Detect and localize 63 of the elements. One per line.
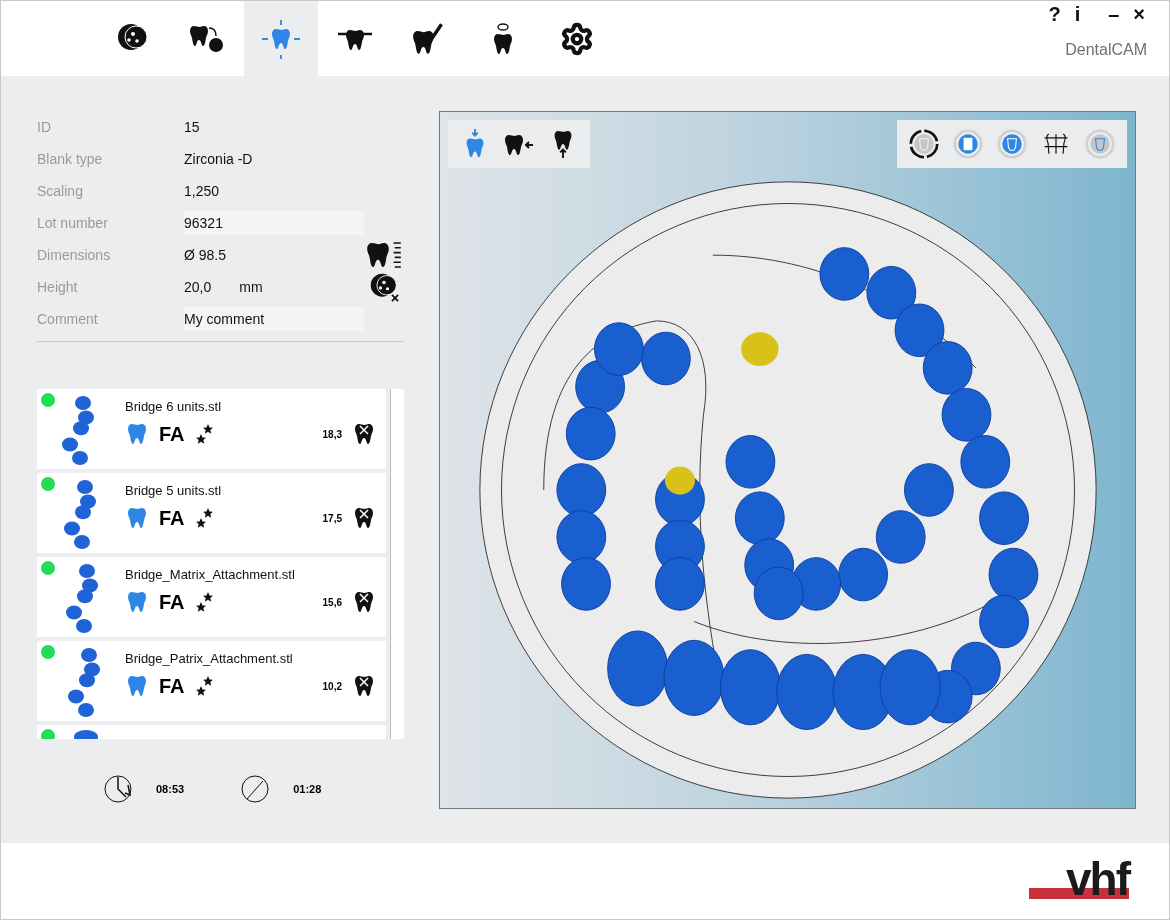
model-thumbnail — [73, 729, 99, 739]
view-mode-icon — [997, 127, 1027, 161]
stars-icon — [194, 590, 215, 614]
material-tag: FA — [159, 674, 185, 698]
disc-remove-button[interactable] — [369, 272, 399, 302]
app-title: DentalCAM — [1065, 41, 1147, 59]
property-value: 15 — [184, 119, 200, 135]
tooth-move-arrows-icon — [261, 18, 301, 59]
property-label: Comment — [37, 311, 99, 327]
disc-remove-icon — [369, 272, 399, 302]
height-value: 17,5 — [322, 512, 342, 524]
input-field[interactable]: 96321 — [184, 211, 364, 235]
model-list-item[interactable]: Bridge_Patrix_Attachment.stl FA 10,2 — [37, 641, 386, 721]
material-tag: FA — [159, 590, 185, 614]
tooth-cross-icon — [352, 506, 376, 530]
input-field[interactable]: My comment — [184, 307, 364, 331]
tooth-cross-icon — [352, 674, 376, 698]
scrollbar[interactable] — [390, 389, 404, 739]
view-mode-icon — [1085, 127, 1115, 161]
model-file-name: Bridge_Matrix_Attachment.stl — [125, 567, 296, 582]
close-button[interactable]: × — [1131, 3, 1147, 25]
unit-label: mm — [239, 279, 263, 295]
material-tag: FA — [159, 422, 185, 446]
clock-icon — [239, 773, 272, 805]
tooth-icon — [125, 422, 149, 446]
property-value: Zirconia -D — [184, 151, 253, 167]
stopwatch-icon — [102, 773, 134, 805]
property-label: Dimensions — [37, 247, 112, 263]
tooth-icon — [125, 590, 149, 614]
tooth-icon — [125, 674, 149, 698]
info-button[interactable]: i — [1072, 3, 1083, 25]
property-label: Lot number — [37, 215, 109, 231]
view-mode-icon — [953, 127, 983, 161]
model-file-name: Bridge_Patrix_Attachment.stl — [125, 651, 294, 666]
model-list-item[interactable]: Bridge 6 units.stl FA 18,3 — [37, 389, 386, 469]
height-value: 18,3 — [322, 428, 342, 440]
stars-icon — [194, 422, 215, 446]
minimize-button[interactable]: – — [1106, 3, 1122, 25]
settings-icon — [560, 21, 594, 56]
model-file-name: Bridge 5 units.stl — [125, 483, 223, 498]
tooth-cross-icon — [352, 422, 376, 446]
view-mode-icon — [909, 127, 939, 161]
tooth-cross-icon — [352, 590, 376, 614]
stars-icon — [194, 674, 215, 698]
model-list-item[interactable]: Bridge_Matrix_Attachment.stl FA 15,6 — [37, 557, 386, 637]
help-button[interactable]: ? — [1046, 3, 1063, 25]
height-value: 10,2 — [322, 680, 342, 692]
tooth-icon — [125, 506, 149, 530]
model-list-item[interactable]: Bridge 5 units.stl FA 17,5 — [37, 473, 386, 553]
property-label: Height — [37, 279, 79, 295]
stars-icon — [194, 506, 215, 530]
time-value: 08:53 — [156, 783, 185, 795]
time-value: 01:28 — [293, 783, 322, 795]
property-label: Scaling — [37, 183, 84, 199]
property-label: ID — [37, 119, 52, 135]
property-value: Ø 98.5 — [184, 247, 227, 263]
property-label: Blank type — [37, 151, 104, 167]
property-value: 20,0 — [184, 279, 212, 295]
material-tag: FA — [159, 506, 185, 530]
height-value: 15,6 — [322, 596, 342, 608]
property-value: 1,250 — [184, 183, 220, 199]
tooth-pen-icon — [412, 21, 446, 56]
model-file-name: Bridge 6 units.stl — [125, 399, 223, 414]
